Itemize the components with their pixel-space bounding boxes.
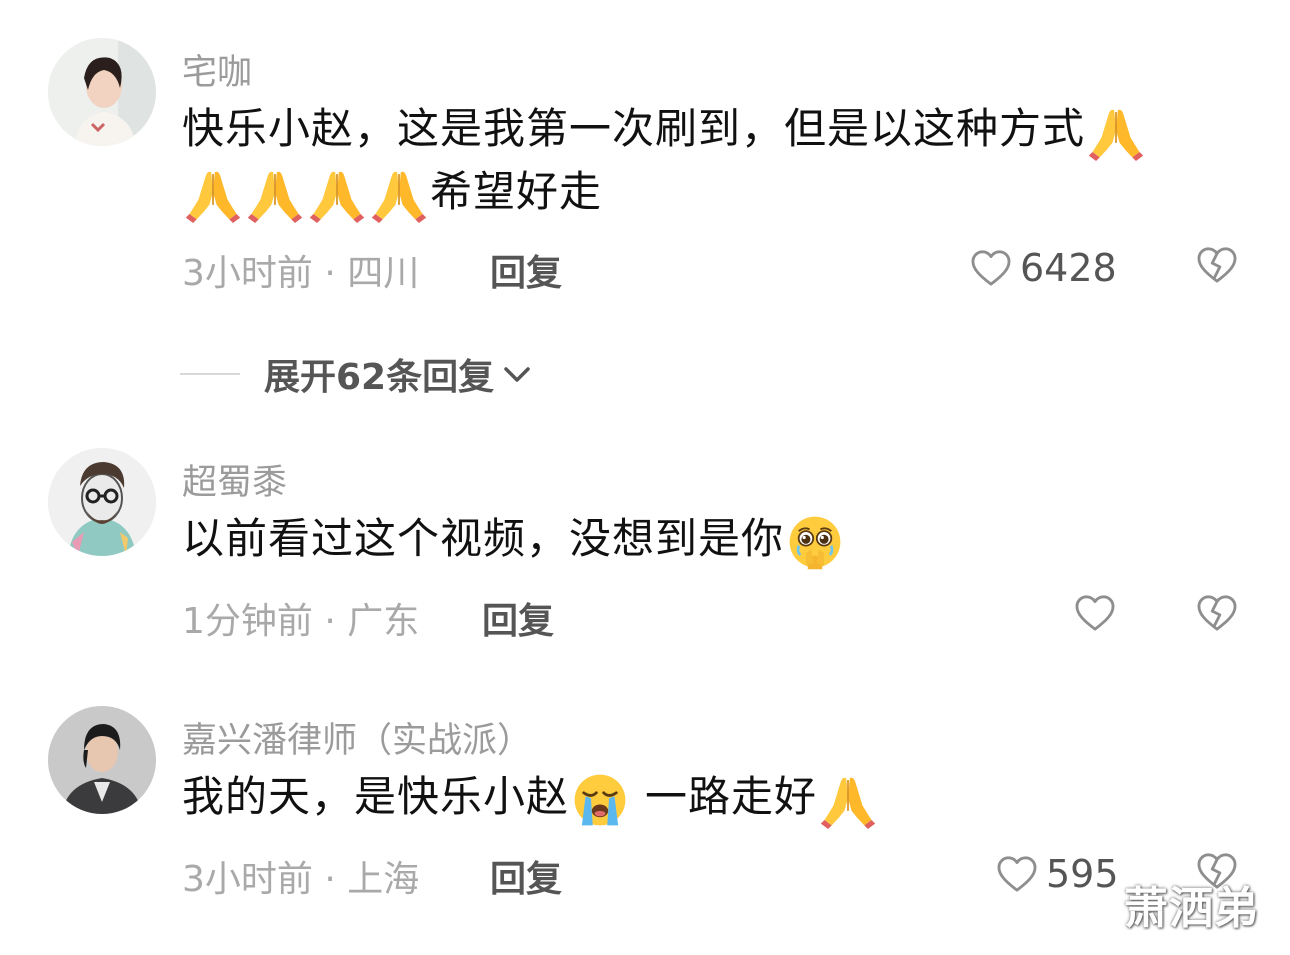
comment-meta: 3小时前 · 上海 bbox=[182, 859, 420, 900]
comment-text-part: 以前看过这个视频，没想到是你 bbox=[182, 514, 785, 563]
dislike-button[interactable] bbox=[1196, 594, 1238, 636]
pray-emoji bbox=[820, 777, 876, 829]
like-count: 595 bbox=[1046, 852, 1119, 896]
pleading-face-emoji bbox=[789, 516, 841, 569]
avatar[interactable] bbox=[48, 38, 156, 146]
comment-meta: 3小时前 · 四川 bbox=[182, 253, 420, 294]
watermark: 萧洒弟 bbox=[1124, 883, 1259, 934]
pray-emoji bbox=[1088, 109, 1144, 161]
comment-text-part: 希望好走 bbox=[430, 166, 603, 216]
dislike-button[interactable] bbox=[1196, 246, 1238, 288]
comment-text-part: 快乐小赵，这是我第一次刷到，但是以这种方式 bbox=[182, 104, 1086, 153]
pray-emoji bbox=[185, 171, 241, 223]
username[interactable]: 超蜀黍 bbox=[182, 454, 287, 505]
reply-button[interactable]: 回复 bbox=[490, 244, 562, 296]
comment-text-part: 我的天，是快乐小赵 bbox=[182, 772, 570, 821]
pray-emoji bbox=[247, 171, 303, 223]
expand-replies-button[interactable]: 展开62条回复 bbox=[180, 348, 534, 400]
heart-icon bbox=[1075, 595, 1115, 631]
like-button[interactable]: 595 bbox=[996, 852, 1119, 896]
comment-meta: 1分钟前 · 广东 bbox=[182, 601, 420, 642]
pray-emoji bbox=[371, 171, 427, 223]
chevron-down-icon bbox=[504, 367, 530, 382]
like-button[interactable]: 6428 bbox=[970, 246, 1117, 290]
loudly-crying-emoji bbox=[574, 774, 626, 825]
avatar[interactable] bbox=[48, 706, 156, 814]
comment-text: 以前看过这个视频，没想到是你 bbox=[182, 508, 1212, 571]
divider bbox=[180, 373, 240, 375]
pray-emoji bbox=[309, 171, 365, 223]
broken-heart-icon bbox=[1197, 595, 1237, 631]
like-count: 6428 bbox=[1020, 246, 1117, 290]
reply-button[interactable]: 回复 bbox=[482, 592, 554, 644]
expand-replies-label: 展开62条回复 bbox=[264, 357, 495, 398]
username[interactable]: 宅咖 bbox=[182, 44, 252, 95]
comment-text: 快乐小赵，这是我第一次刷到，但是以这种方式 希望好走 bbox=[182, 98, 1212, 223]
avatar[interactable] bbox=[48, 448, 156, 556]
heart-icon bbox=[971, 250, 1011, 286]
comment-text: 我的天，是快乐小赵 一路走好 bbox=[182, 766, 1212, 829]
heart-icon bbox=[997, 856, 1037, 892]
comment-text-part: 一路走好 bbox=[645, 772, 818, 821]
reply-button[interactable]: 回复 bbox=[490, 850, 562, 902]
like-button[interactable] bbox=[1074, 594, 1124, 632]
username[interactable]: 嘉兴潘律师（实战派） bbox=[182, 712, 532, 763]
broken-heart-icon bbox=[1197, 247, 1237, 283]
